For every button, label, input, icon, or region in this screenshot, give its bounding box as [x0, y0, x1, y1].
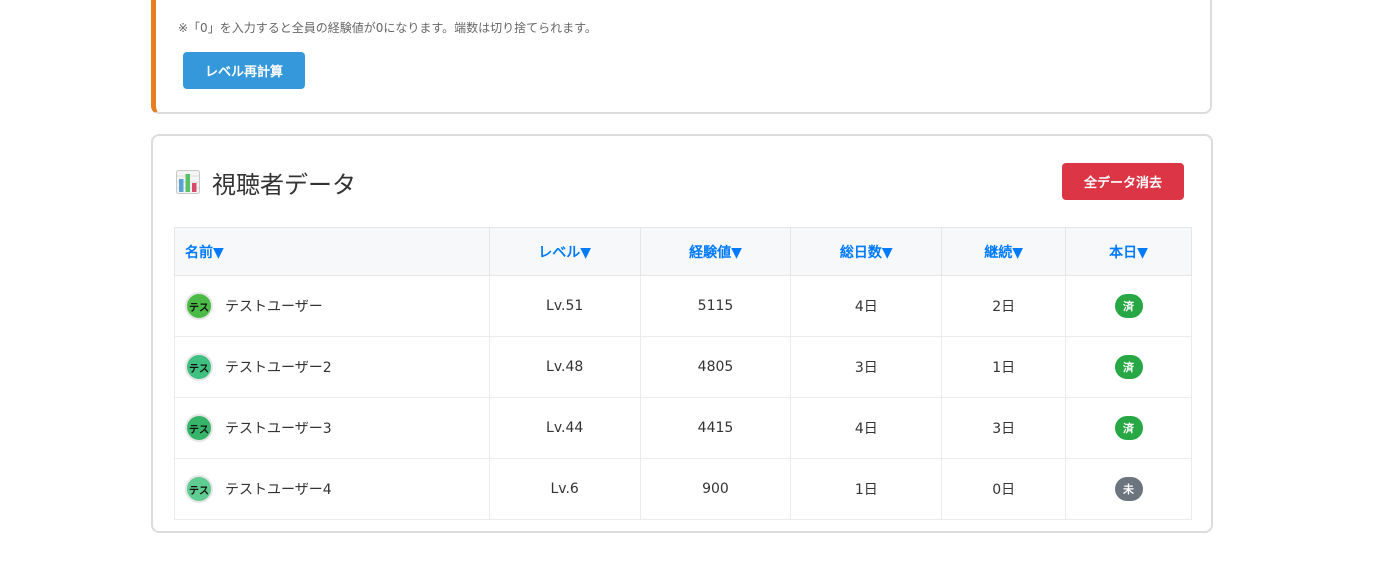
level-cell: Lv.51: [488, 275, 641, 337]
today-status-badge: 未: [1114, 477, 1143, 501]
today-status-badge: 済: [1114, 355, 1143, 379]
today-cell: 済: [1065, 275, 1192, 337]
sort-level-header[interactable]: レベル▼: [488, 227, 641, 276]
avatar: テス: [185, 353, 213, 381]
section-title-text: 視聴者データ: [212, 170, 356, 199]
table-header-row: 名前▼ レベル▼ 経験値▼ 総日数▼ 継続▼ 本日▼: [174, 227, 1192, 276]
total-days-cell: 1日: [790, 458, 943, 520]
viewer-table: 名前▼ レベル▼ 経験値▼ 総日数▼ 継続▼ 本日▼ テス テストユーザー Lv…: [174, 227, 1192, 520]
name-cell: テス テストユーザー: [174, 275, 490, 337]
total-days-cell: 4日: [790, 275, 943, 337]
today-cell: 未: [1065, 458, 1192, 520]
today-cell: 済: [1065, 397, 1192, 459]
today-status-badge: 済: [1114, 416, 1143, 440]
today-status-badge: 済: [1114, 294, 1143, 318]
clear-all-data-button[interactable]: 全データ消去: [1062, 163, 1184, 200]
viewer-name: テストユーザー2: [225, 360, 332, 376]
streak-cell: 1日: [941, 336, 1067, 398]
streak-cell: 3日: [941, 397, 1067, 459]
avatar: テス: [185, 475, 213, 503]
level-cell: Lv.6: [488, 458, 641, 520]
avatar: テス: [185, 292, 213, 320]
viewer-name: テストユーザー4: [225, 482, 332, 498]
bar-chart-icon: [176, 170, 200, 194]
table-row: テス テストユーザー3 Lv.44 4415 4日 3日 済: [174, 397, 1192, 459]
avatar: テス: [185, 414, 213, 442]
exp-cell: 900: [639, 458, 792, 520]
sort-today-header[interactable]: 本日▼: [1065, 227, 1192, 276]
viewer-name: テストユーザー: [225, 299, 323, 315]
sort-exp-header[interactable]: 経験値▼: [639, 227, 792, 276]
streak-cell: 2日: [941, 275, 1067, 337]
recalc-level-button[interactable]: レベル再計算: [183, 52, 305, 89]
exp-reset-note: ※「0」を入力すると全員の経験値が0になります。端数は切り捨てられます。: [178, 21, 597, 35]
name-cell: テス テストユーザー3: [174, 397, 490, 459]
streak-cell: 0日: [941, 458, 1067, 520]
sort-streak-header[interactable]: 継続▼: [941, 227, 1067, 276]
level-cell: Lv.44: [488, 397, 641, 459]
table-row: テス テストユーザー4 Lv.6 900 1日 0日 未: [174, 458, 1192, 520]
table-row: テス テストユーザー2 Lv.48 4805 3日 1日 済: [174, 336, 1192, 398]
section-title: 視聴者データ: [176, 166, 356, 199]
exp-cell: 4805: [639, 336, 792, 398]
name-cell: テス テストユーザー4: [174, 458, 490, 520]
total-days-cell: 4日: [790, 397, 943, 459]
level-cell: Lv.48: [488, 336, 641, 398]
viewer-name: テストユーザー3: [225, 421, 332, 437]
viewer-data-card: 視聴者データ 全データ消去 名前▼ レベル▼ 経験値▼ 総日数▼ 継続▼ 本日▼…: [151, 134, 1213, 533]
total-days-cell: 3日: [790, 336, 943, 398]
table-row: テス テストユーザー Lv.51 5115 4日 2日 済: [174, 275, 1192, 337]
exp-cell: 4415: [639, 397, 792, 459]
today-cell: 済: [1065, 336, 1192, 398]
name-cell: テス テストユーザー2: [174, 336, 490, 398]
sort-total-days-header[interactable]: 総日数▼: [790, 227, 943, 276]
sort-name-header[interactable]: 名前▼: [174, 227, 490, 276]
level-settings-card: ※「0」を入力すると全員の経験値が0になります。端数は切り捨てられます。 レベル…: [151, 0, 1212, 114]
exp-cell: 5115: [639, 275, 792, 337]
